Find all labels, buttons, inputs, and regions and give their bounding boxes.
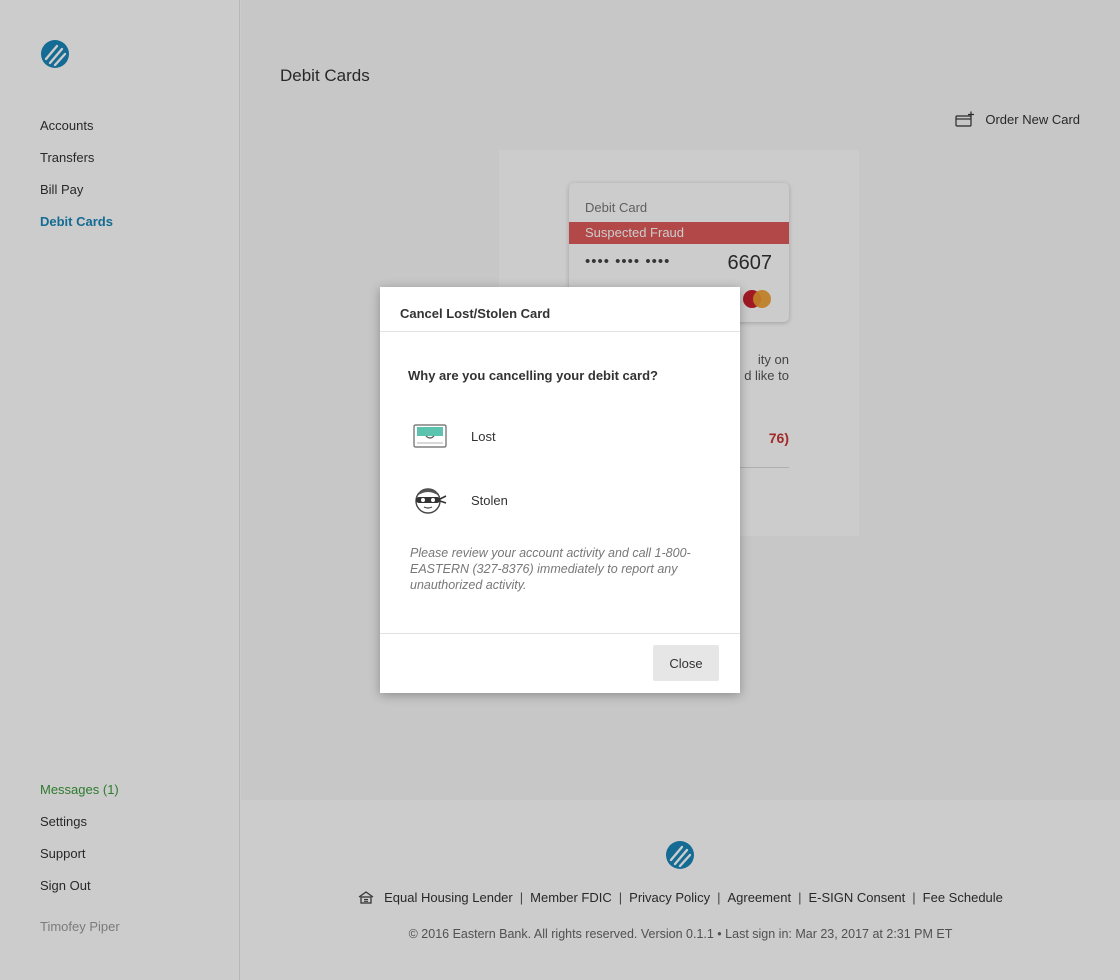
option-lost[interactable]: Lost (408, 416, 708, 456)
option-stolen-label: Stolen (471, 492, 508, 508)
modal-title: Cancel Lost/Stolen Card (380, 287, 740, 332)
option-lost-label: Lost (471, 428, 496, 444)
modal-note: Please review your account activity and … (410, 546, 691, 592)
close-button[interactable]: Close (653, 645, 719, 681)
thief-icon (408, 484, 452, 516)
cancel-card-modal: Cancel Lost/Stolen Card Why are you canc… (380, 287, 740, 693)
lost-card-wallet-icon (408, 420, 452, 452)
option-stolen[interactable]: Stolen (408, 480, 708, 520)
modal-footer: Close (380, 633, 740, 693)
modal-question: Why are you cancelling your debit card? (408, 368, 658, 383)
